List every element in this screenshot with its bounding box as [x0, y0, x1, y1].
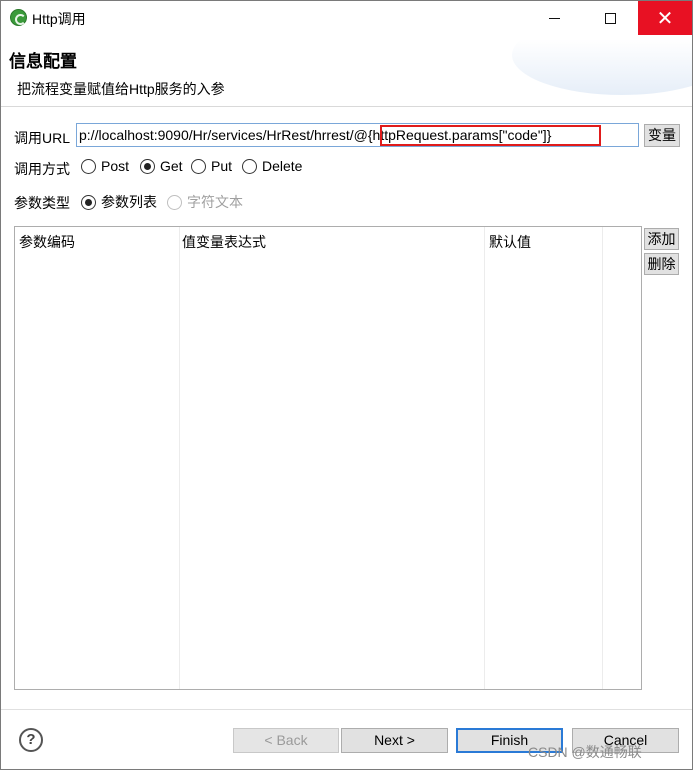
method-radio-label: Delete — [262, 158, 303, 174]
window-title: Http调用 — [32, 11, 86, 27]
method-label: 调用方式 — [14, 161, 70, 177]
header-banner: 信息配置 把流程变量赋值给Http服务的入参 — [1, 35, 692, 107]
param-type-radio-list[interactable]: 参数列表 — [81, 192, 157, 212]
add-button[interactable]: 添加 — [644, 228, 679, 250]
app-logo-icon — [10, 9, 27, 26]
page-title: 信息配置 — [9, 52, 77, 71]
method-radio-post[interactable]: Post — [81, 158, 129, 174]
param-type-radio-label: 字符文本 — [187, 194, 243, 210]
radio-icon — [81, 158, 96, 174]
radio-checked-icon — [140, 158, 155, 174]
method-radio-label: Post — [101, 158, 130, 174]
maximize-button[interactable] — [587, 1, 633, 35]
minimize-icon — [548, 17, 560, 19]
param-type-radio-label: 参数列表 — [101, 194, 157, 210]
title-bar[interactable]: Http调用 ✕ — [1, 1, 692, 35]
minimize-button[interactable] — [531, 1, 577, 35]
close-icon: ✕ — [656, 7, 674, 30]
watermark: CSDN @数通畅联 — [528, 744, 642, 760]
method-radio-put[interactable]: Put — [191, 158, 232, 174]
back-button: < Back — [233, 728, 339, 753]
dialog-window: Http调用 ✕ 信息配置 把流程变量赋值给Http服务的入参 调用URL p:… — [0, 0, 693, 770]
param-type-radio-text: 字符文本 — [167, 192, 243, 212]
column-header-default[interactable]: 默认值 — [489, 232, 531, 252]
param-type-label: 参数类型 — [14, 195, 70, 211]
parameter-table[interactable]: 参数编码 值变量表达式 默认值 — [14, 226, 642, 690]
url-highlight-box — [380, 125, 601, 146]
method-radio-get[interactable]: Get — [140, 158, 183, 174]
column-header-expression[interactable]: 值变量表达式 — [182, 232, 266, 252]
maximize-icon — [604, 12, 616, 24]
help-icon[interactable]: ? — [19, 728, 43, 752]
close-button[interactable]: ✕ — [638, 1, 692, 35]
radio-icon — [242, 158, 257, 174]
page-description: 把流程变量赋值给Http服务的入参 — [17, 81, 225, 97]
radio-icon — [191, 158, 206, 174]
column-divider — [602, 227, 603, 689]
method-radio-delete[interactable]: Delete — [242, 158, 302, 174]
url-input[interactable]: p://localhost:9090/Hr/services/HrRest/hr… — [76, 123, 639, 147]
delete-button[interactable]: 删除 — [644, 253, 679, 275]
next-button[interactable]: Next > — [341, 728, 448, 753]
column-header-code[interactable]: 参数编码 — [19, 232, 75, 252]
method-radio-label: Put — [211, 158, 233, 174]
banner-decoration — [512, 35, 692, 95]
column-divider — [484, 227, 485, 689]
footer-divider — [1, 709, 692, 710]
url-label: 调用URL — [14, 130, 71, 146]
variable-button[interactable]: 变量 — [644, 124, 680, 147]
column-divider — [179, 227, 180, 689]
radio-checked-icon — [81, 194, 96, 210]
method-radio-label: Get — [160, 158, 183, 174]
radio-icon — [167, 194, 182, 210]
